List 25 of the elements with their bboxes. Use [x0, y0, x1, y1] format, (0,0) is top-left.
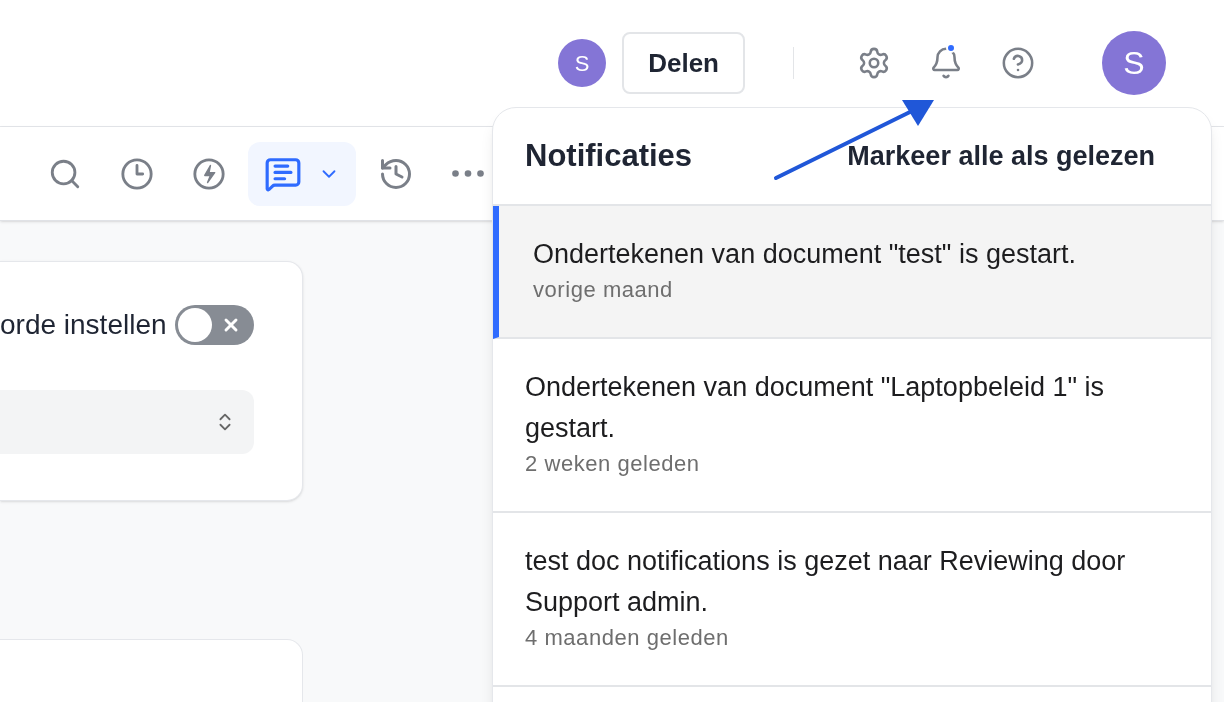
- toggle-label: orde instellen: [0, 308, 167, 342]
- notification-time: 4 maanden geleden: [525, 624, 730, 652]
- panel-title: Notificaties: [525, 136, 693, 175]
- share-button[interactable]: Delen: [622, 32, 745, 94]
- notification-text: Ondertekenen van document "test" is gestart.: [533, 238, 1077, 271]
- notification-text: test doc notifications is gezet naar Reviewing door Support admin.: [525, 545, 1127, 619]
- user-avatar[interactable]: S: [1102, 31, 1166, 95]
- help-icon: [1001, 46, 1035, 80]
- notification-time: vorige maand: [533, 276, 674, 304]
- clock-icon: [120, 156, 154, 191]
- notification-item[interactable]: Ondertekenen van document "Laptopbeleid 1" is gestart. 2 weken geleden: [493, 339, 1211, 513]
- more-icon: [452, 170, 484, 177]
- bell-icon: [929, 46, 963, 80]
- select-field[interactable]: [0, 390, 254, 454]
- lightning-icon: [192, 156, 226, 191]
- notification-item[interactable]: Ondertekenen van document "test" is gestart. vorige maand: [493, 206, 1211, 339]
- toolbar-button[interactable]: [248, 141, 356, 206]
- settings-icon: [857, 46, 891, 80]
- notification-text: Ondertekenen van document "Laptopbeleid 1" is gestart.: [525, 371, 1106, 445]
- notification-time: 2 weken geleden: [525, 450, 701, 478]
- help-button[interactable]: [1000, 45, 1036, 81]
- notification-item[interactable]: test doc notifications is gezet naar Reviewing door Support admin. 4 maanden geleden: [493, 513, 1211, 687]
- toggle-switch[interactable]: [174, 305, 254, 345]
- mark-all-read-link[interactable]: Markeer alle als gelezen: [847, 135, 1155, 177]
- collaborator-avatar[interactable]: S: [558, 39, 607, 87]
